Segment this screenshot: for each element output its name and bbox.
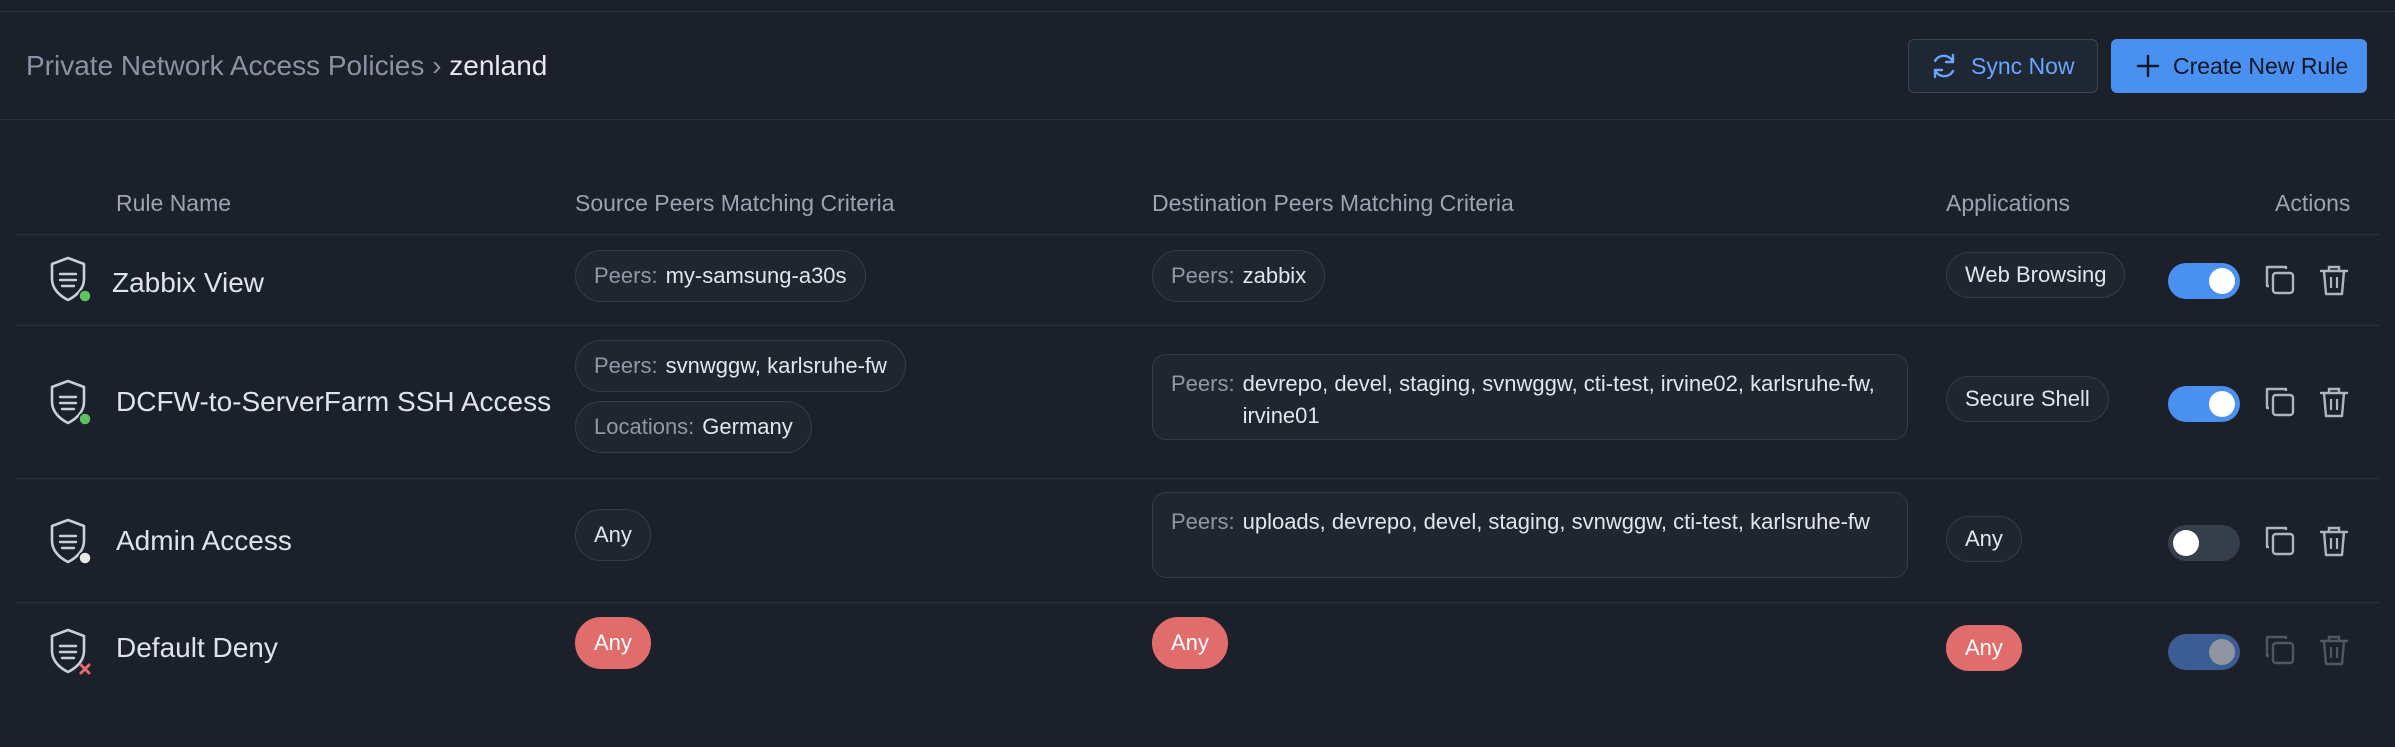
copy-icon[interactable] bbox=[2263, 524, 2297, 558]
deny-x-mark bbox=[79, 663, 91, 675]
create-new-rule-label: Create New Rule bbox=[2173, 52, 2349, 79]
application-chip: Any bbox=[1946, 516, 2022, 562]
column-applications[interactable]: Applications bbox=[1946, 190, 2070, 217]
rule-enabled-toggle[interactable] bbox=[2168, 525, 2240, 561]
sync-now-label: Sync Now bbox=[1971, 52, 2075, 79]
chip-value: zabbix bbox=[1242, 263, 1307, 288]
status-inactive-dot bbox=[78, 551, 92, 565]
column-source[interactable]: Source Peers Matching Criteria bbox=[575, 190, 895, 217]
chip-value: devrepo, devel, staging, svnwggw, cti-te… bbox=[1242, 371, 1875, 428]
shield-icon bbox=[48, 255, 92, 303]
rule-name[interactable]: Admin Access bbox=[116, 525, 292, 557]
source-any-chip: Any bbox=[575, 509, 651, 561]
status-active-dot bbox=[78, 412, 92, 426]
dest-peers-box: Peers: devrepo, devel, staging, svnwggw,… bbox=[1152, 354, 1908, 440]
sync-now-button[interactable]: Sync Now bbox=[1908, 39, 2098, 93]
chip-label: Locations: bbox=[594, 414, 695, 439]
breadcrumb-parent[interactable]: Private Network Access Policies bbox=[26, 50, 424, 81]
source-locations-chip: Locations: Germany bbox=[575, 401, 812, 453]
trash-icon[interactable] bbox=[2317, 263, 2351, 297]
column-actions: Actions bbox=[2275, 190, 2351, 216]
chip-value: Any bbox=[594, 630, 632, 655]
rule-name[interactable]: Zabbix View bbox=[112, 267, 264, 299]
shield-icon bbox=[48, 517, 92, 565]
table-row[interactable]: Default Deny Any Any Any bbox=[16, 603, 2379, 697]
copy-icon bbox=[2263, 633, 2297, 667]
trash-icon[interactable] bbox=[2317, 524, 2351, 558]
chip-value: Germany bbox=[702, 414, 793, 439]
plus-icon bbox=[2136, 54, 2160, 78]
rule-enabled-toggle[interactable] bbox=[2168, 263, 2240, 299]
column-rule-name[interactable]: Rule Name bbox=[116, 190, 231, 217]
dest-peers-chip: Peers: zabbix bbox=[1152, 250, 1326, 302]
breadcrumb-current: zenland bbox=[449, 50, 548, 81]
application-value: Web Browsing bbox=[1965, 262, 2107, 287]
source-any-chip: Any bbox=[575, 617, 651, 669]
application-value: Any bbox=[1965, 635, 2003, 660]
column-destination[interactable]: Destination Peers Matching Criteria bbox=[1152, 190, 1514, 217]
chip-value: uploads, devrepo, devel, staging, svnwgg… bbox=[1242, 509, 1870, 534]
breadcrumb-separator: › bbox=[432, 50, 442, 81]
chip-value: Any bbox=[1171, 630, 1209, 655]
rule-enabled-toggle bbox=[2168, 634, 2240, 670]
table-row[interactable]: Zabbix View Peers: my-samsung-a30s Peers… bbox=[16, 235, 2379, 326]
shield-icon bbox=[48, 378, 92, 426]
dest-peers-box: Peers: uploads, devrepo, devel, staging,… bbox=[1152, 492, 1908, 578]
application-value: Any bbox=[1965, 526, 2003, 551]
chip-label: Peers: bbox=[594, 263, 658, 288]
rule-enabled-toggle[interactable] bbox=[2168, 386, 2240, 422]
rule-name[interactable]: DCFW-to-ServerFarm SSH Access bbox=[116, 386, 551, 418]
chip-label: Peers: bbox=[1171, 371, 1235, 396]
table-row[interactable]: Admin Access Any Peers: uploads, devrepo… bbox=[16, 479, 2379, 603]
chip-value: svnwggw, karlsruhe-fw bbox=[665, 353, 887, 378]
source-peers-chip: Peers: svnwggw, karlsruhe-fw bbox=[575, 340, 906, 392]
chip-label: Peers: bbox=[1171, 509, 1235, 534]
table-row[interactable]: DCFW-to-ServerFarm SSH Access Peers: svn… bbox=[16, 326, 2379, 479]
trash-icon bbox=[2317, 633, 2351, 667]
application-value: Secure Shell bbox=[1965, 386, 2090, 411]
chip-value: my-samsung-a30s bbox=[665, 263, 847, 288]
create-new-rule-button[interactable]: Create New Rule bbox=[2111, 39, 2367, 93]
rule-name[interactable]: Default Deny bbox=[116, 632, 278, 664]
application-chip: Web Browsing bbox=[1946, 252, 2126, 298]
chip-label: Peers: bbox=[1171, 263, 1235, 288]
sync-icon bbox=[1933, 53, 1955, 79]
status-active-dot bbox=[78, 289, 92, 303]
application-chip: Secure Shell bbox=[1946, 376, 2109, 422]
breadcrumb: Private Network Access Policies › zenlan… bbox=[26, 50, 547, 82]
application-chip: Any bbox=[1946, 625, 2022, 671]
chip-label: Peers: bbox=[594, 353, 658, 378]
trash-icon[interactable] bbox=[2317, 385, 2351, 419]
chip-value: Any bbox=[594, 522, 632, 547]
dest-any-chip: Any bbox=[1152, 617, 1228, 669]
copy-icon[interactable] bbox=[2263, 385, 2297, 419]
source-peers-chip: Peers: my-samsung-a30s bbox=[575, 250, 866, 302]
top-divider bbox=[0, 0, 2395, 12]
table-header: Rule Name Source Peers Matching Criteria… bbox=[16, 180, 2379, 235]
page-header: Private Network Access Policies › zenlan… bbox=[0, 12, 2395, 120]
shield-icon bbox=[48, 627, 91, 675]
copy-icon[interactable] bbox=[2263, 263, 2297, 297]
